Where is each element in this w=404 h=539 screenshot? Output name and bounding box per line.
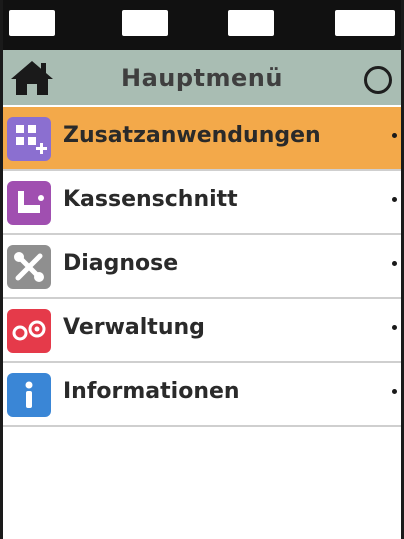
top-tab-2[interactable]: [122, 10, 168, 36]
menu-item-informationen[interactable]: Informationen: [3, 363, 401, 427]
info-icon: [7, 373, 51, 417]
circle-icon[interactable]: [364, 66, 392, 94]
receipt-cut-icon: [7, 181, 51, 225]
page-title: Hauptmenü: [121, 64, 283, 92]
menu-item-label: Zusatzanwendungen: [63, 123, 321, 148]
menu-item-kassenschnitt[interactable]: Kassenschnitt: [3, 171, 401, 235]
menu-item-label: Kassenschnitt: [63, 187, 238, 212]
menu-item-label: Diagnose: [63, 251, 179, 276]
menu-item-diagnose[interactable]: Diagnose: [3, 235, 401, 299]
chevron-right-icon: [392, 389, 397, 394]
chevron-right-icon: [392, 261, 397, 266]
screen: Hauptmenü Zusatzanwendungen Kassenschnit…: [0, 0, 404, 539]
top-tab-1[interactable]: [9, 10, 55, 36]
apps-add-icon: [7, 117, 51, 161]
menu-item-label: Informationen: [63, 379, 240, 404]
top-tab-3[interactable]: [228, 10, 274, 36]
top-status-bar: [3, 0, 401, 50]
chevron-right-icon: [392, 197, 397, 202]
menu-item-label: Verwaltung: [63, 315, 205, 340]
settings-admin-icon: [7, 309, 51, 353]
menu-item-zusatzanwendungen[interactable]: Zusatzanwendungen: [3, 107, 401, 171]
chevron-right-icon: [392, 325, 397, 330]
top-tab-4[interactable]: [335, 10, 395, 36]
menu-item-verwaltung[interactable]: Verwaltung: [3, 299, 401, 363]
chevron-right-icon: [392, 133, 397, 138]
header: Hauptmenü: [3, 50, 401, 105]
main-menu: Zusatzanwendungen Kassenschnitt Diagnose…: [3, 107, 401, 427]
tools-icon: [7, 245, 51, 289]
